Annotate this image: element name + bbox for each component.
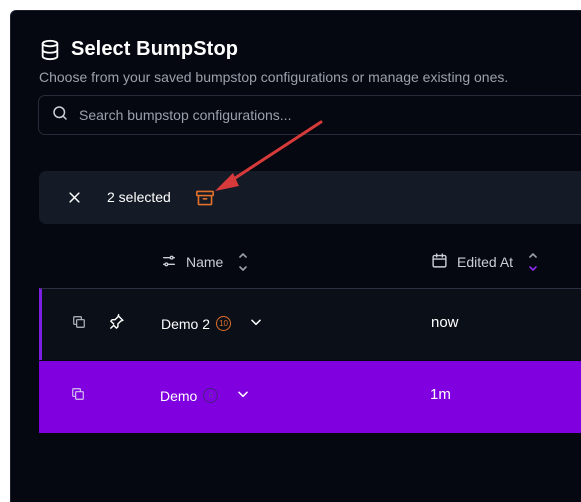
row-name-cell: Demo 6 [160,387,250,404]
row-edited-at: 1m [430,386,451,403]
version-badge: 10 [216,316,232,331]
sort-toggle-edited-at[interactable] [528,251,538,273]
row-edited-at: now [431,314,459,331]
table-header: Name Edited At [39,241,581,287]
sliders-icon [161,253,177,272]
copy-icon[interactable] [71,387,85,401]
selected-count: 2 selected [107,189,171,205]
search-icon [51,104,69,127]
sort-toggle-name[interactable] [238,251,248,273]
column-label-name: Name [186,254,224,270]
dialog-subtitle: Choose from your saved bumpstop configur… [39,69,509,85]
copy-icon[interactable] [72,315,86,329]
chevron-down-icon[interactable] [249,315,263,332]
select-bumpstop-dialog: Select BumpStop Choose from your saved b… [10,10,581,502]
chevron-down-icon[interactable] [236,387,250,404]
dialog-title: Select BumpStop [71,38,239,60]
search-box[interactable] [38,95,581,135]
row-name: Demo 2 [161,315,211,332]
archive-icon[interactable] [195,189,215,212]
calendar-icon [431,252,448,272]
database-icon [39,39,61,61]
dialog-header: Select BumpStop [39,38,238,61]
close-icon[interactable] [67,190,82,210]
search-input[interactable] [79,107,559,123]
column-label-edited-at: Edited At [457,254,514,270]
version-badge: 6 [203,388,219,403]
pin-icon[interactable] [108,314,125,331]
row-name-cell: Demo 2 10 [161,315,263,332]
column-header-name[interactable]: Name [161,251,248,273]
selection-bar: 2 selected [39,171,581,224]
table-row[interactable]: Demo 6 1m [39,361,581,433]
column-header-edited-at[interactable]: Edited At [431,251,538,273]
table-row[interactable]: Demo 2 10 now [39,288,581,360]
row-name: Demo [160,387,198,404]
